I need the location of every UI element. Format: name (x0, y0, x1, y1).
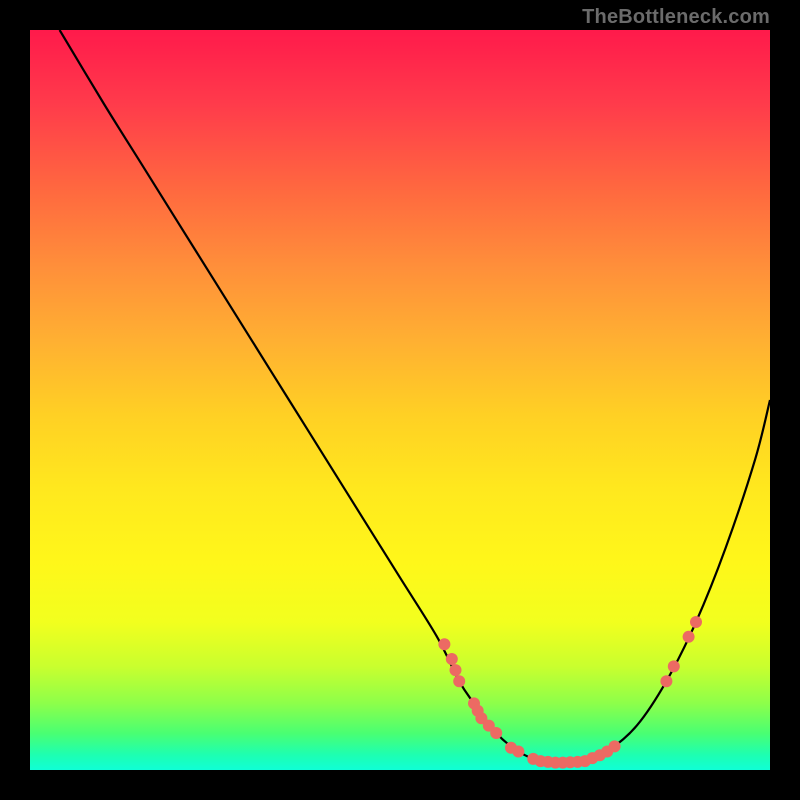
data-marker (438, 638, 450, 650)
data-marker (450, 664, 462, 676)
data-marker (690, 616, 702, 628)
data-marker (512, 746, 524, 758)
data-marker (660, 675, 672, 687)
attribution-text: TheBottleneck.com (582, 6, 770, 29)
marker-layer (438, 616, 702, 769)
plot-area (30, 30, 770, 770)
data-marker (490, 727, 502, 739)
chart-root: TheBottleneck.com (0, 0, 800, 800)
data-marker (446, 653, 458, 665)
data-marker (668, 660, 680, 672)
data-marker (453, 675, 465, 687)
chart-svg (30, 30, 770, 770)
bottleneck-curve (60, 30, 770, 763)
data-marker (683, 631, 695, 643)
data-marker (609, 740, 621, 752)
